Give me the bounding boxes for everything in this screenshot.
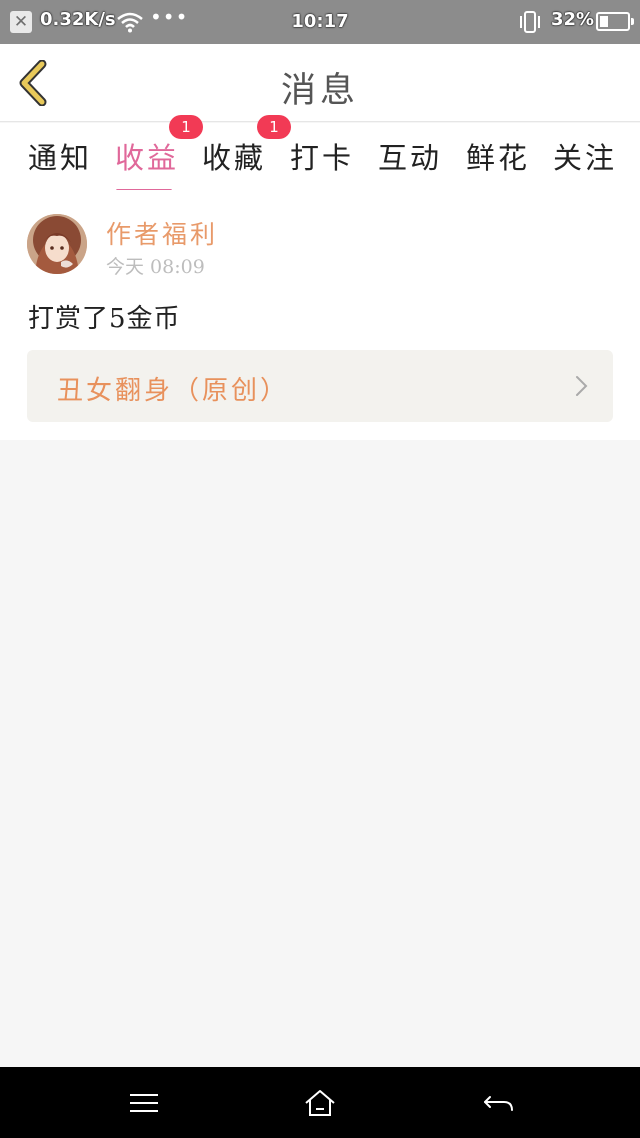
tab-favorites[interactable]: 收藏	[202, 135, 266, 177]
tab-earnings-label: 收益	[115, 141, 180, 175]
tab-bar: 通知 收益 收藏 打卡 互动 鲜花 关注	[0, 123, 640, 192]
avatar[interactable]	[27, 214, 87, 274]
battery-percent: 32%	[551, 9, 595, 30]
chevron-right-icon	[576, 376, 588, 396]
tab-earnings[interactable]: 收益	[115, 135, 180, 192]
back-button[interactable]	[14, 60, 54, 106]
tab-notifications[interactable]: 通知	[28, 135, 92, 177]
book-link[interactable]: 丑女翻身（原创）	[27, 350, 613, 422]
favorites-badge: 1	[257, 115, 291, 139]
menu-icon[interactable]	[126, 1087, 162, 1119]
header: 消息	[0, 44, 640, 122]
tab-interactions[interactable]: 互动	[378, 135, 442, 177]
tab-flowers[interactable]: 鲜花	[466, 135, 530, 177]
tab-following[interactable]: 关注	[553, 135, 617, 177]
message-card: 作者福利 今天 08:09 打赏了5金币 丑女翻身（原创）	[0, 190, 640, 440]
battery-icon	[596, 12, 634, 31]
back-arrow-icon[interactable]	[480, 1087, 516, 1119]
wifi-icon	[117, 12, 143, 33]
book-title: 丑女翻身（原创）	[57, 376, 290, 406]
earnings-badge: 1	[169, 115, 203, 139]
vibrate-icon	[520, 11, 540, 33]
status-bar: ✕ 0.32K/s ••• 10:17 32%	[0, 0, 640, 44]
message-time: 今天 08:09	[106, 256, 205, 278]
close-notification-icon[interactable]: ✕	[10, 11, 32, 33]
page-title: 消息	[280, 71, 359, 111]
more-notifications-icon: •••	[150, 5, 189, 29]
message-text: 打赏了5金币	[28, 304, 181, 334]
sender-name[interactable]: 作者福利	[106, 215, 218, 251]
battery-level	[600, 16, 608, 27]
network-speed: 0.32K/s	[40, 9, 116, 30]
system-nav-bar	[0, 1067, 640, 1138]
home-icon[interactable]	[302, 1087, 338, 1119]
tab-checkin[interactable]: 打卡	[290, 135, 354, 177]
